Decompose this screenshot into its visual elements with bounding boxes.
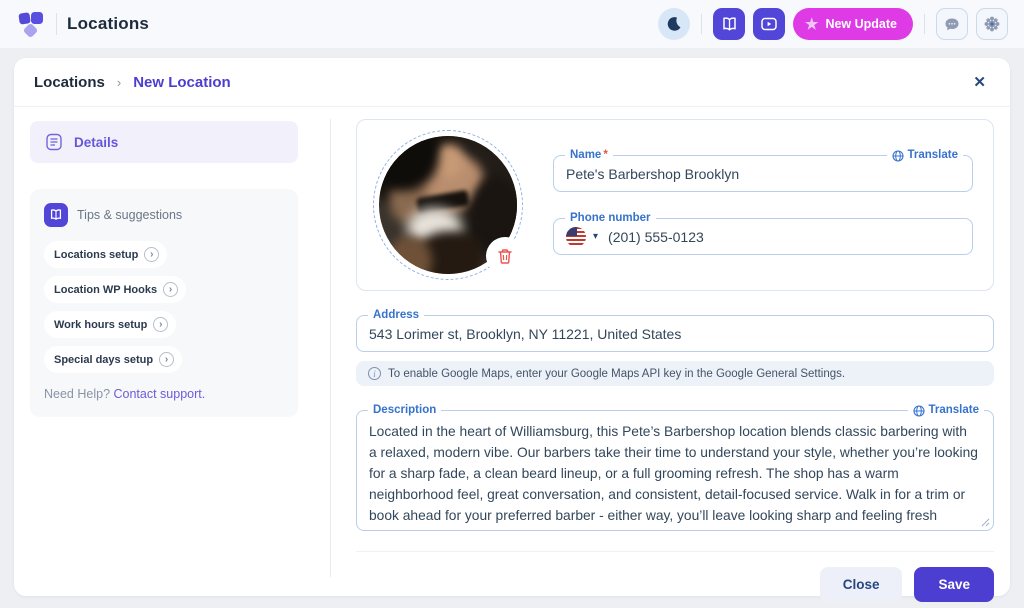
column-divider bbox=[330, 119, 331, 577]
help-text: Need Help? bbox=[44, 387, 111, 401]
tab-details[interactable]: Details bbox=[30, 121, 298, 163]
app-logo-icon bbox=[18, 12, 43, 38]
info-icon: i bbox=[368, 367, 381, 380]
video-tutorials-button[interactable] bbox=[753, 8, 785, 40]
sidebar: Details Tips & suggestions Locations set… bbox=[30, 121, 298, 417]
address-input[interactable] bbox=[357, 316, 993, 351]
topbar-divider bbox=[701, 14, 702, 34]
tips-chips: Locations setup › Location WP Hooks › Wo… bbox=[44, 241, 284, 373]
name-translate-button[interactable]: Translate bbox=[886, 148, 963, 163]
top-bar: Locations ★ New Update bbox=[0, 0, 1024, 48]
footer-divider bbox=[356, 551, 994, 552]
moon-icon bbox=[667, 17, 681, 31]
google-maps-note-text: To enable Google Maps, enter your Google… bbox=[388, 367, 846, 380]
chip-label: Work hours setup bbox=[54, 318, 148, 331]
chevron-down-icon[interactable]: ▾ bbox=[593, 231, 598, 242]
tab-details-label: Details bbox=[74, 134, 119, 150]
star-icon: ★ bbox=[805, 15, 819, 33]
location-avatar bbox=[373, 130, 523, 280]
chip-locations-setup[interactable]: Locations setup › bbox=[44, 241, 168, 268]
address-field: Address bbox=[356, 308, 994, 352]
page-title: Locations bbox=[67, 14, 150, 33]
chip-label: Location WP Hooks bbox=[54, 283, 158, 296]
address-label: Address bbox=[368, 308, 425, 323]
trash-icon bbox=[498, 248, 512, 264]
details-document-icon bbox=[46, 133, 62, 151]
chip-work-hours-setup[interactable]: Work hours setup › bbox=[44, 311, 177, 338]
tips-header: Tips & suggestions bbox=[44, 203, 284, 227]
description-label: Description bbox=[368, 403, 442, 418]
chip-location-wp-hooks[interactable]: Location WP Hooks › bbox=[44, 276, 187, 303]
new-update-label: New Update bbox=[825, 17, 897, 31]
settings-button[interactable] bbox=[976, 8, 1008, 40]
tips-panel: Tips & suggestions Locations setup › Loc… bbox=[30, 189, 298, 417]
brand: Locations bbox=[16, 9, 149, 39]
documentation-button[interactable] bbox=[713, 8, 745, 40]
feedback-chat-button[interactable] bbox=[936, 8, 968, 40]
new-update-button[interactable]: ★ New Update bbox=[793, 8, 913, 40]
video-icon bbox=[761, 17, 777, 31]
profile-section: Name* Translate Ph bbox=[356, 119, 994, 291]
name-phone-fields: Name* Translate Ph bbox=[553, 148, 973, 255]
contact-support-link[interactable]: Contact support. bbox=[114, 387, 206, 401]
chip-label: Locations setup bbox=[54, 248, 139, 261]
panel-content: Details Tips & suggestions Locations set… bbox=[14, 107, 1010, 602]
topbar-divider-2 bbox=[924, 14, 925, 34]
form-actions: Close Save bbox=[356, 567, 994, 602]
description-translate-button[interactable]: Translate bbox=[907, 403, 984, 418]
breadcrumb-new-location: New Location bbox=[133, 73, 231, 91]
chat-bubble-icon bbox=[945, 18, 959, 30]
country-flag-us-icon[interactable] bbox=[566, 226, 586, 247]
chevron-right-icon: › bbox=[116, 74, 122, 90]
tips-book-icon bbox=[44, 203, 68, 227]
book-icon bbox=[722, 16, 736, 31]
name-field: Name * Translate bbox=[553, 148, 973, 192]
tips-title: Tips & suggestions bbox=[77, 208, 183, 222]
location-form: Name* Translate Ph bbox=[356, 119, 994, 602]
chip-special-days-setup[interactable]: Special days setup › bbox=[44, 346, 183, 373]
description-textarea[interactable]: Located in the heart of Williamsburg, th… bbox=[357, 422, 990, 523]
chevron-circle-icon: › bbox=[144, 247, 160, 262]
globe-icon bbox=[891, 149, 904, 162]
save-button[interactable]: Save bbox=[914, 567, 994, 602]
description-field: Description Translate Located in the hea… bbox=[356, 403, 994, 531]
breadcrumb-locations[interactable]: Locations bbox=[34, 74, 105, 91]
phone-input[interactable] bbox=[602, 219, 972, 254]
phone-field: Phone number ▾ bbox=[553, 211, 973, 255]
chevron-circle-icon: › bbox=[163, 282, 179, 297]
help-line: Need Help? Contact support. bbox=[44, 387, 284, 401]
resize-handle[interactable] bbox=[981, 518, 990, 527]
close-icon[interactable]: ✕ bbox=[969, 71, 990, 94]
brand-divider bbox=[56, 13, 57, 35]
chevron-circle-icon: › bbox=[153, 317, 169, 332]
name-label: Name * bbox=[565, 148, 613, 163]
topbar-actions: ★ New Update bbox=[658, 8, 1008, 40]
delete-photo-button[interactable] bbox=[489, 240, 521, 272]
phone-label: Phone number bbox=[565, 211, 656, 226]
chip-label: Special days setup bbox=[54, 353, 154, 366]
locations-panel: Locations › New Location ✕ Details Tips … bbox=[14, 58, 1010, 602]
google-maps-note: i To enable Google Maps, enter your Goog… bbox=[356, 361, 994, 386]
chevron-circle-icon: › bbox=[159, 352, 175, 367]
close-button[interactable]: Close bbox=[819, 567, 903, 602]
globe-icon bbox=[912, 404, 925, 417]
gear-icon bbox=[984, 16, 1000, 32]
dark-mode-toggle[interactable] bbox=[658, 8, 690, 40]
breadcrumb: Locations › New Location ✕ bbox=[14, 58, 1010, 107]
